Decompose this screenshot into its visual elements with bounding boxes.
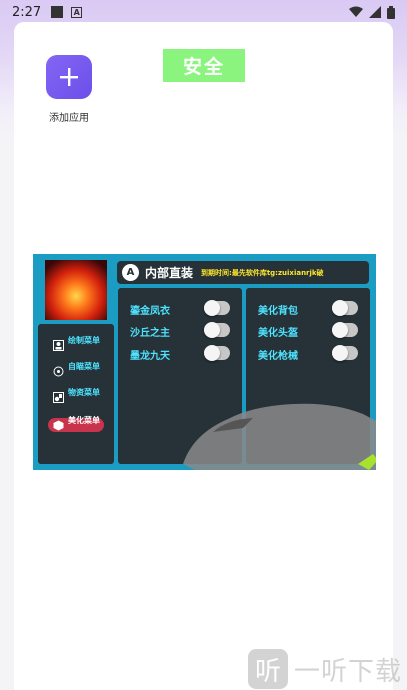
watermark-logo-icon: 听 — [248, 649, 288, 689]
menu-item-draw[interactable]: 绘制菜单 — [38, 336, 114, 360]
toggle-knob — [332, 300, 348, 316]
expire-text: 到期时间:最先软件库tg:zuixianrjk破 — [201, 268, 324, 277]
menu-header: A 内部直装 到期时间:最先软件库tg:zuixianrjk破 — [117, 261, 369, 284]
cube-icon — [53, 420, 64, 431]
toggle-knob — [332, 322, 348, 338]
status-bar: 2:27 A — [0, 0, 407, 24]
target-icon — [53, 366, 64, 377]
menu-item-label: 自瞄菜单 — [68, 362, 100, 371]
status-icons — [349, 5, 395, 19]
toggle-switch[interactable] — [204, 322, 230, 338]
wifi-icon — [349, 6, 363, 17]
menu-title: 内部直装 — [145, 266, 194, 280]
plus-icon — [60, 68, 78, 86]
side-menu: 绘制菜单 自瞄菜单 物资菜单 美化菜单 — [38, 324, 114, 464]
watermark: 听 一听下载 — [248, 648, 402, 690]
toggle-label: 鎏金凤衣 — [130, 306, 170, 317]
menu-item-aim[interactable]: 自瞄菜单 — [38, 362, 114, 386]
app-notification-icon: A — [71, 6, 83, 18]
toggle-label: 美化头盔 — [258, 328, 298, 339]
toggle-knob — [332, 345, 348, 361]
watermark-text: 一听下载 — [294, 656, 403, 687]
toggle-label: 美化枪械 — [258, 351, 298, 362]
toggle-switch[interactable] — [332, 322, 358, 338]
toggle-switch[interactable] — [332, 300, 358, 316]
status-time: 2:27 — [12, 4, 42, 20]
mod-menu-screenshot: A 内部直装 到期时间:最先软件库tg:zuixianrjk破 绘制菜单 自瞄菜… — [33, 254, 376, 470]
toggle-row[interactable]: 美化头盔 — [258, 322, 358, 339]
notification-icon — [51, 6, 64, 18]
toggle-switch[interactable] — [204, 345, 230, 361]
person-icon — [53, 340, 64, 351]
toggle-row[interactable]: 美化枪械 — [258, 345, 358, 362]
toggle-label: 沙丘之主 — [130, 328, 170, 339]
toggle-row[interactable]: 美化背包 — [258, 300, 358, 317]
toggle-label: 墨龙九天 — [130, 351, 170, 362]
menu-item-beautify[interactable]: 美化菜单 — [38, 416, 114, 440]
toggle-label: 美化背包 — [258, 306, 298, 317]
menu-item-label: 物资菜单 — [68, 388, 100, 397]
add-app-label: 添加应用 — [49, 113, 89, 124]
menu-item-label: 绘制菜单 — [68, 336, 100, 345]
phoenix-logo-image — [45, 260, 107, 320]
supply-icon — [53, 392, 64, 403]
battery-icon — [387, 5, 395, 19]
toggle-knob — [204, 322, 220, 338]
safe-badge: 安全 — [163, 49, 245, 82]
toggle-switch[interactable] — [204, 300, 230, 316]
add-app-tile[interactable]: 添加应用 — [44, 55, 94, 124]
logo-icon: A — [122, 264, 139, 281]
toggle-switch[interactable] — [332, 345, 358, 361]
bird-silhouette-image — [183, 403, 376, 470]
menu-item-label: 美化菜单 — [68, 416, 100, 425]
toggle-row[interactable]: 鎏金凤衣 — [130, 300, 230, 317]
add-app-button[interactable] — [46, 55, 92, 99]
toggle-row[interactable]: 沙丘之主 — [130, 322, 230, 339]
toggle-knob — [204, 300, 220, 316]
toggle-row[interactable]: 墨龙九天 — [130, 345, 230, 362]
signal-icon — [369, 6, 381, 18]
menu-item-supply[interactable]: 物资菜单 — [38, 388, 114, 412]
toggle-knob — [204, 345, 220, 361]
